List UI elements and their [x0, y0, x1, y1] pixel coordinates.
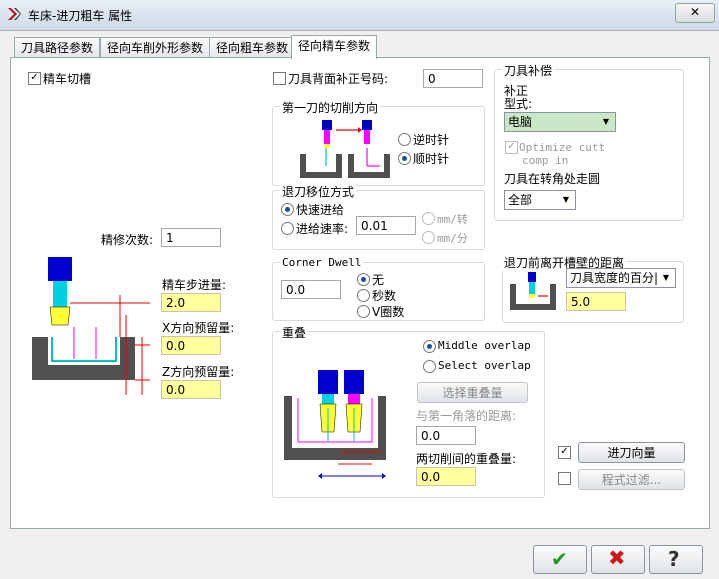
- feed-radio[interactable]: [281, 222, 294, 235]
- select-overlap-button[interactable]: 选择重叠量: [417, 382, 528, 403]
- tab-radial-rough-params[interactable]: 径向粗车参数: [209, 37, 296, 58]
- x-stock-label: X方向预留量:: [162, 321, 235, 335]
- ccw-label: 逆时针: [413, 133, 450, 147]
- between-overlap-label: 两切削间的重叠量:: [416, 452, 517, 466]
- tool-comp-title: 刀具补偿: [502, 62, 555, 79]
- corner-roll-value: 全部: [508, 193, 533, 207]
- z-stock-input[interactable]: 0.0: [161, 380, 221, 399]
- mm-per-rev-radio[interactable]: [422, 212, 435, 225]
- dwell-rev-radio[interactable]: [357, 305, 370, 318]
- filter-checkbox[interactable]: [558, 472, 571, 485]
- corner-dwell-input[interactable]: 0.0: [281, 280, 341, 299]
- finish-step-label: 精车步进量:: [162, 278, 227, 292]
- between-overlap-input[interactable]: 0.0: [416, 467, 476, 486]
- dwell-none-radio[interactable]: [357, 273, 370, 286]
- finish-step-input[interactable]: 2.0: [161, 293, 221, 312]
- mm-per-min-radio[interactable]: [422, 231, 435, 244]
- finish-count-input[interactable]: 1: [161, 228, 221, 247]
- groove-clear-input[interactable]: 5.0: [566, 292, 626, 311]
- mm-per-rev-label: mm/转: [437, 213, 468, 226]
- chevron-down-icon: ▼: [662, 273, 670, 282]
- cw-label: 顺时针: [413, 152, 450, 166]
- chevron-down-icon: ▼: [602, 117, 610, 126]
- dwell-rev-label: V圈数: [372, 305, 405, 319]
- optimize-label-2: comp in: [522, 154, 569, 167]
- lead-in-checkbox[interactable]: ✓: [558, 446, 571, 459]
- dwell-none-label: 无: [372, 273, 385, 287]
- overlap-diagram: [284, 370, 386, 479]
- optimize-checkbox[interactable]: ✓: [505, 141, 518, 154]
- corner-dwell-title: Corner Dwell: [280, 256, 364, 269]
- back-comp-checkbox[interactable]: [273, 72, 286, 85]
- first-corner-label: 与第一角落的距离:: [416, 409, 517, 423]
- first-cut-title: 第一刀的切削方向: [280, 99, 381, 116]
- mm-per-min-label: mm/分: [437, 232, 468, 245]
- comp-type-label-2: 型式:: [504, 97, 533, 111]
- comp-type-select[interactable]: 电脑 ▼: [504, 112, 616, 132]
- cancel-button[interactable]: ✖: [591, 545, 645, 574]
- retract-title: 退刀移位方式: [280, 183, 357, 200]
- tab-radial-finish-params[interactable]: 径向精车参数: [291, 35, 378, 59]
- tab-toolpath-params[interactable]: 刀具路径参数: [14, 37, 101, 58]
- rapid-radio[interactable]: [281, 203, 294, 216]
- close-button[interactable]: ✕: [675, 3, 715, 23]
- lead-in-button[interactable]: 进刀向量: [578, 442, 685, 463]
- z-stock-label: Z方向预留量:: [162, 365, 235, 379]
- dwell-seconds-label: 秒数: [372, 289, 397, 303]
- cut-direction-diagram: [300, 120, 390, 178]
- cross-icon: ✖: [608, 546, 626, 570]
- back-comp-label: 刀具背面补正号码:: [288, 72, 389, 86]
- rapid-label: 快速进给: [296, 203, 345, 217]
- select-overlap-label: Select overlap: [438, 359, 531, 372]
- finish-count-label: 精修次数:: [101, 233, 154, 247]
- select-overlap-radio[interactable]: [423, 360, 436, 373]
- app-icon: [8, 8, 21, 20]
- window-title: 车床-进刀粗车 属性: [28, 9, 133, 23]
- x-stock-input[interactable]: 0.0: [161, 336, 221, 355]
- first-corner-input[interactable]: 0.0: [416, 426, 476, 445]
- help-button[interactable]: ?: [649, 545, 703, 574]
- comp-type-value: 电脑: [508, 115, 533, 129]
- groove-finish-diagram: [32, 257, 150, 395]
- help-icon: ?: [668, 547, 680, 571]
- groove-clear-mode-select[interactable]: 刀具宽度的百分| ▼: [566, 268, 676, 288]
- finish-groove-checkbox[interactable]: ✓: [28, 72, 41, 85]
- optimize-label-1: Optimize cutt: [519, 141, 606, 154]
- feed-rate-input[interactable]: 0.01: [356, 216, 416, 235]
- filter-button[interactable]: 程式过滤...: [578, 469, 685, 490]
- corner-roll-label: 刀具在转角处走圆: [504, 172, 601, 186]
- corner-roll-select[interactable]: 全部 ▼: [504, 190, 576, 210]
- ccw-radio[interactable]: [398, 133, 411, 146]
- dwell-seconds-radio[interactable]: [357, 289, 370, 302]
- cw-radio[interactable]: [398, 152, 411, 165]
- middle-overlap-label: Middle overlap: [438, 339, 531, 352]
- tab-radial-profile-params[interactable]: 径向车削外形参数: [100, 37, 211, 58]
- groove-clear-diagram: [510, 272, 556, 310]
- finish-groove-label: 精车切槽: [43, 72, 92, 86]
- back-comp-input[interactable]: 0: [423, 69, 483, 88]
- ok-button[interactable]: ✔: [533, 545, 587, 574]
- groove-clear-mode-value: 刀具宽度的百分|: [570, 271, 659, 285]
- checkmark-icon: ✔: [551, 547, 568, 571]
- chevron-down-icon: ▼: [562, 195, 570, 204]
- feed-label: 进给速率:: [296, 222, 349, 236]
- overlap-title: 重叠: [280, 324, 309, 341]
- middle-overlap-radio[interactable]: [423, 340, 436, 353]
